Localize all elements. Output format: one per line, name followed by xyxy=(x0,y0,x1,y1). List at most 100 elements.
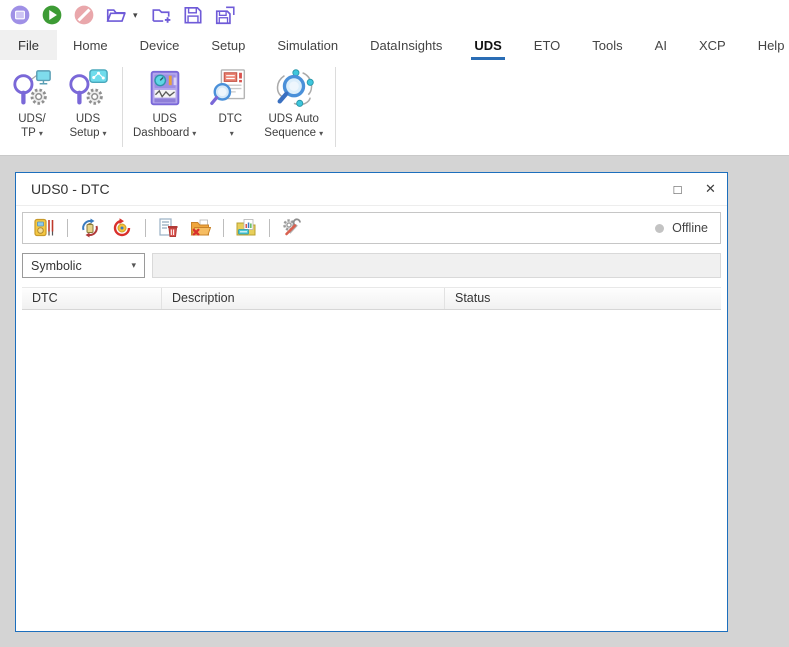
offline-status-dot xyxy=(655,224,664,233)
uds0-dtc-window: UDS0 - DTC □ ✕ xyxy=(15,172,728,632)
abort-icon xyxy=(73,4,95,26)
tab-uds[interactable]: UDS xyxy=(458,30,517,60)
dtc-table: DTC Description Status xyxy=(22,287,721,631)
data-report-icon xyxy=(235,217,257,239)
tab-file[interactable]: File xyxy=(0,30,57,60)
toolbar-separator xyxy=(67,219,68,237)
dtc-filter-input[interactable] xyxy=(152,253,721,278)
toolbar-separator xyxy=(145,219,146,237)
connection-status: Offline xyxy=(655,221,711,235)
ribbon-button-label: UDS xyxy=(76,113,100,125)
chevron-down-icon: ▾ xyxy=(131,260,136,271)
toolbar-separator xyxy=(223,219,224,237)
tab-home[interactable]: Home xyxy=(57,30,124,60)
new-folder-icon xyxy=(150,4,172,26)
close-button[interactable]: ✕ xyxy=(694,173,727,205)
ribbon-button-label: TP xyxy=(21,127,36,139)
uds-tp-icon xyxy=(11,67,53,111)
tab-simulation[interactable]: Simulation xyxy=(261,30,354,60)
close-folder-button[interactable] xyxy=(188,216,212,240)
column-header-dtc[interactable]: DTC xyxy=(22,288,161,309)
dtc-filter-row: Symbolic ▾ xyxy=(22,253,721,278)
uds-tp-button[interactable]: UDS/ TP▾ xyxy=(5,65,59,142)
window-titlebar[interactable]: UDS0 - DTC □ ✕ xyxy=(16,173,727,206)
save-as-button[interactable] xyxy=(214,4,236,26)
display-format-select[interactable]: Symbolic ▾ xyxy=(22,253,145,278)
uds-auto-sequence-button[interactable]: UDS Auto Sequence▾ xyxy=(259,65,328,142)
settings-gear-wrench-icon xyxy=(281,217,303,239)
ribbon-button-label: Dashboard xyxy=(133,127,189,139)
save-as-icon xyxy=(214,4,236,26)
window-title: UDS0 - DTC xyxy=(31,181,110,197)
tab-eto[interactable]: ETO xyxy=(518,30,577,60)
tab-label: AI xyxy=(655,38,667,53)
chevron-down-icon: ▾ xyxy=(39,129,43,138)
ribbon-button-label: UDS xyxy=(153,113,177,125)
quick-access-toolbar: ▾ xyxy=(0,0,789,30)
ribbon-button-label: UDS/ xyxy=(18,113,45,125)
tab-setup[interactable]: Setup xyxy=(195,30,261,60)
chevron-down-icon: ▾ xyxy=(319,129,323,138)
dtc-table-body xyxy=(22,310,721,631)
uds-setup-button[interactable]: UDS Setup ▾ xyxy=(61,65,115,142)
tab-label: UDS xyxy=(474,38,501,53)
app-logo-icon xyxy=(9,4,31,26)
uds-dashboard-button[interactable]: UDS Dashboard▾ xyxy=(128,65,201,142)
tab-label: Home xyxy=(73,38,108,53)
close-folder-icon xyxy=(189,217,211,239)
data-report-button[interactable] xyxy=(234,216,258,240)
abort-button[interactable] xyxy=(73,4,95,26)
dtc-table-header: DTC Description Status xyxy=(22,287,721,310)
ribbon-button-label: Setup xyxy=(69,127,99,139)
tab-label: DataInsights xyxy=(370,38,442,53)
tab-datainsights[interactable]: DataInsights xyxy=(354,30,458,60)
ribbon-button-label: UDS Auto xyxy=(268,113,319,125)
start-button[interactable] xyxy=(41,4,63,26)
chevron-down-icon: ▾ xyxy=(103,129,107,138)
settings-button[interactable] xyxy=(280,216,304,240)
tab-xcp[interactable]: XCP xyxy=(683,30,742,60)
tab-label: Setup xyxy=(211,38,245,53)
tab-device[interactable]: Device xyxy=(124,30,196,60)
new-configuration-button[interactable] xyxy=(150,4,172,26)
open-file-button[interactable] xyxy=(105,4,127,26)
tab-help[interactable]: Help xyxy=(742,30,789,60)
save-icon xyxy=(182,4,204,26)
chevron-down-icon: ▾ xyxy=(192,129,196,138)
tab-ai[interactable]: AI xyxy=(639,30,683,60)
tab-label: Help xyxy=(758,38,785,53)
open-folder-icon xyxy=(105,4,127,26)
clear-dtc-button[interactable] xyxy=(110,216,134,240)
uds-dashboard-icon xyxy=(144,67,186,111)
column-header-description[interactable]: Description xyxy=(161,288,444,309)
toolbar-separator xyxy=(269,219,270,237)
dtc-icon xyxy=(209,67,251,111)
save-button[interactable] xyxy=(182,4,204,26)
uds-setup-icon xyxy=(67,67,109,111)
ribbon-separator xyxy=(122,67,123,147)
cyclic-read-button[interactable] xyxy=(78,216,102,240)
ribbon-tab-bar: File Home Device Setup Simulation DataIn… xyxy=(0,30,789,60)
maximize-button[interactable]: □ xyxy=(661,173,694,205)
display-format-value: Symbolic xyxy=(31,259,82,273)
tab-label: ETO xyxy=(534,38,561,53)
column-header-status[interactable]: Status xyxy=(444,288,721,309)
multimeter-icon xyxy=(33,217,55,239)
read-dtc-button[interactable] xyxy=(32,216,56,240)
delete-list-button[interactable] xyxy=(156,216,180,240)
tab-tools[interactable]: Tools xyxy=(576,30,638,60)
open-file-dropdown-caret[interactable]: ▾ xyxy=(133,10,138,21)
dtc-toolbar: Offline xyxy=(22,212,721,244)
dtc-button[interactable]: DTC ▾ xyxy=(203,65,257,142)
tab-label: File xyxy=(18,38,39,53)
ribbon-button-label: DTC xyxy=(218,113,242,125)
tab-label: Tools xyxy=(592,38,622,53)
clear-dtc-icon xyxy=(111,217,133,239)
ribbon-separator xyxy=(335,67,336,147)
tab-label: XCP xyxy=(699,38,726,53)
cyclic-read-icon xyxy=(79,217,101,239)
delete-list-icon xyxy=(157,217,179,239)
app-logo-button[interactable] xyxy=(9,4,31,26)
mdi-workspace: UDS0 - DTC □ ✕ xyxy=(0,156,789,647)
start-icon xyxy=(41,4,63,26)
